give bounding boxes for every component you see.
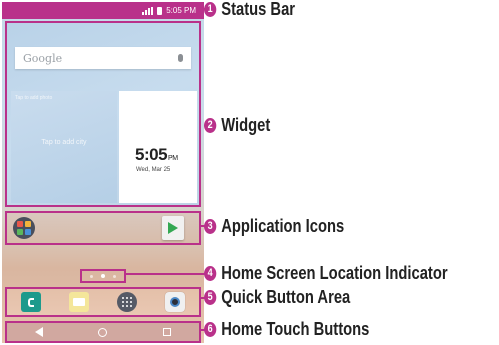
callout-status-bar: 1 Status Bar [204,0,296,19]
search-placeholder: Google [23,51,63,65]
clock-date: Wed, Mar 25 [136,167,171,173]
clock-time-row: 5:05PM [135,145,178,165]
callout-number: 5 [204,289,217,305]
page-dot-active[interactable] [101,274,105,278]
play-store-icon[interactable] [162,216,184,240]
callout-widget: 2 Widget [204,114,271,135]
messaging-icon[interactable] [69,292,89,312]
clock-time: 5:05 [135,145,168,164]
photo-widget[interactable]: Tap to add photo Tap to add city [11,91,117,203]
callout-label: Application Icons [221,215,345,236]
callout-label: Home Touch Buttons [221,318,370,339]
page-dot[interactable] [113,274,116,278]
status-bar: 5:05 PM [2,2,204,19]
mic-icon[interactable] [178,54,183,62]
clock-ampm: PM [168,155,178,162]
application-icons-area [5,211,201,245]
callout-label: Status Bar [221,0,296,19]
callout-label: Quick Button Area [221,286,351,307]
weather-tap-text: Tap to add city [41,139,87,146]
home-touch-buttons [5,321,201,343]
callout-application-icons: 3 Application Icons [204,215,345,236]
back-icon[interactable] [34,327,43,337]
callout-number: 1 [204,1,217,17]
quick-button-area [5,287,201,317]
phone-home-screen: 5:05 PM Google Tap to add photo Tap to a… [2,2,204,343]
callout-number: 3 [204,218,217,234]
page-dot[interactable] [90,274,93,278]
callout-home-touch-buttons: 6 Home Touch Buttons [204,318,370,339]
callout-number: 2 [204,117,217,133]
recent-apps-icon[interactable] [163,328,172,336]
folder-icon[interactable] [13,217,35,239]
apps-drawer-icon[interactable] [117,292,137,312]
callout-number: 6 [204,321,217,337]
callout-label: Home Screen Location Indicator [221,262,448,283]
clock-widget[interactable]: 5:05PM Wed, Mar 25 [119,91,197,203]
status-time: 5:05 PM [166,6,196,15]
phone-icon[interactable] [21,292,41,312]
callout-number: 4 [204,265,217,281]
camera-icon[interactable] [165,292,185,312]
callout-leader-4 [124,273,206,275]
home-icon[interactable] [98,327,108,337]
callout-label: Widget [221,114,271,135]
callout-quick-button-area: 5 Quick Button Area [204,286,351,307]
google-search-bar[interactable]: Google [15,47,191,69]
photo-widget-hint: Tap to add photo [15,95,53,101]
widget-area: Google Tap to add photo Tap to add city … [5,21,201,207]
battery-icon [157,6,163,15]
callout-location-indicator: 4 Home Screen Location Indicator [204,262,448,283]
home-screen-location-indicator [80,269,126,283]
signal-icon [142,6,154,15]
